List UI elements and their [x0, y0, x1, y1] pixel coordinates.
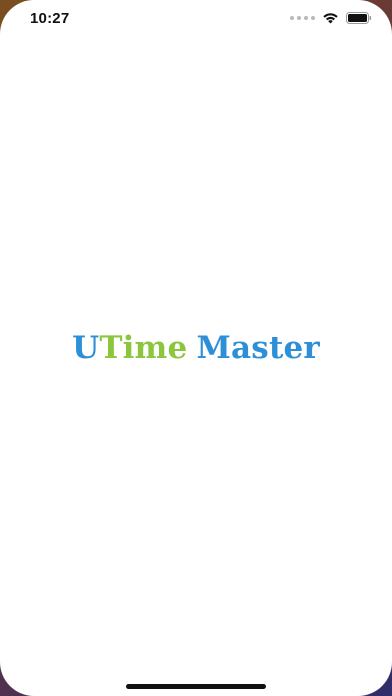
app-screen: 10:27 UTime Master [0, 0, 392, 696]
home-indicator[interactable] [126, 684, 266, 689]
status-icons [290, 12, 372, 24]
title-word-master: Master [196, 330, 320, 366]
cellular-signal-icon [290, 16, 315, 20]
title-letter-u: U [72, 330, 100, 366]
title-word-time: Time [99, 330, 188, 366]
battery-icon [346, 12, 372, 24]
status-time: 10:27 [30, 10, 70, 27]
wifi-icon [322, 12, 339, 24]
status-bar: 10:27 [0, 0, 392, 40]
app-title-logo: UTime Master [0, 330, 392, 366]
